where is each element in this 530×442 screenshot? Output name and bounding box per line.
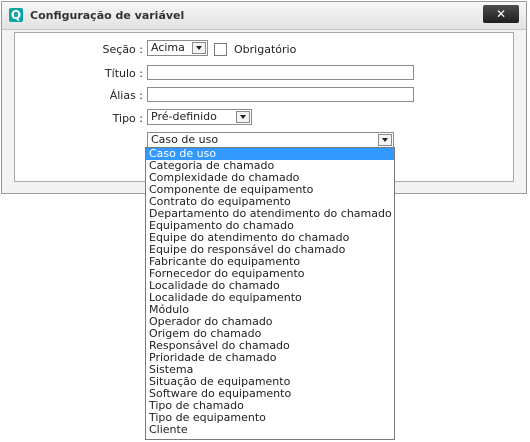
tipo-select[interactable]: Pré-definido: [147, 109, 252, 125]
titulo-input[interactable]: [147, 65, 414, 80]
chevron-down-icon: [192, 42, 206, 54]
titulo-label: Título :: [104, 67, 143, 80]
close-button[interactable]: ✕: [483, 5, 519, 23]
alias-input[interactable]: [147, 87, 414, 102]
dialog-titlebar[interactable]: Q Configuração de variável ✕: [2, 2, 526, 30]
dialog-title: Configuração de variável: [30, 9, 185, 22]
predefined-list-dropdown[interactable]: Caso de uso Categoria de chamado Complexid…: [145, 147, 395, 440]
chevron-down-icon: [236, 111, 250, 123]
secao-select[interactable]: Acima: [147, 40, 208, 56]
obrigatorio-label: Obrigatório: [234, 43, 297, 56]
secao-label: Seção :: [102, 43, 143, 56]
chevron-down-icon: [378, 134, 392, 146]
alias-label: Álias :: [109, 89, 143, 102]
secao-select-value: Acima: [151, 41, 185, 54]
app-logo-icon: Q: [9, 8, 23, 22]
tipo-select-value: Pré-definido: [151, 110, 217, 123]
close-icon: ✕: [495, 7, 507, 21]
dropdown-option[interactable]: Cliente: [146, 424, 394, 436]
predefined-list-select[interactable]: Caso de uso: [147, 132, 394, 148]
tipo-label: Tipo :: [112, 112, 143, 125]
dropdown-options: Caso de uso Categoria de chamado Complexid…: [146, 148, 394, 436]
obrigatorio-checkbox[interactable]: [214, 43, 227, 56]
predefined-list-select-value: Caso de uso: [151, 133, 219, 146]
